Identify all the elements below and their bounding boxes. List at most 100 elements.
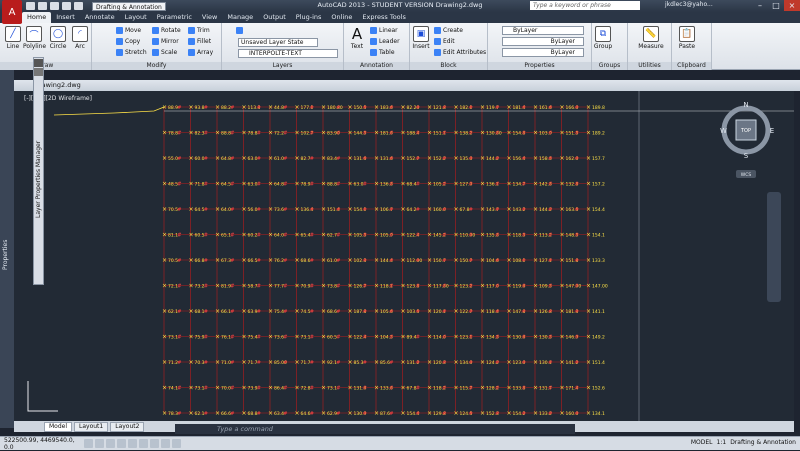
point-marker[interactable]: × [189,385,194,392]
point-marker[interactable]: × [348,104,353,111]
point-marker[interactable]: × [242,257,247,264]
point-marker[interactable]: × [586,334,591,341]
elevation-label[interactable]: 133.3 [592,258,605,264]
point-marker[interactable]: × [533,232,538,239]
point-marker[interactable]: × [374,385,379,392]
point-marker[interactable]: × [189,206,194,213]
point-marker[interactable]: × [586,283,591,290]
draw-panel-title[interactable]: Draw [0,62,91,70]
point-marker[interactable]: × [242,104,247,111]
point-marker[interactable]: × [401,181,406,188]
point-marker[interactable]: × [215,308,220,315]
ortho-toggle[interactable] [106,439,115,448]
point-marker[interactable]: × [268,308,273,315]
point-marker[interactable]: × [348,232,353,239]
point-marker[interactable]: × [401,334,406,341]
point-marker[interactable]: × [507,232,512,239]
point-marker[interactable]: × [586,130,591,137]
lwt-toggle[interactable] [172,439,181,448]
elevation-label[interactable]: 180.80 [327,105,343,111]
point-marker[interactable]: × [533,410,538,417]
tab-manage[interactable]: Manage [222,12,258,23]
elevation-label[interactable]: 117.80 [433,284,449,290]
point-marker[interactable]: × [189,334,194,341]
paste-tool[interactable]: 📋 Paste [676,26,698,50]
point-marker[interactable]: × [295,155,300,162]
elevation-label[interactable]: 149.2 [592,335,605,341]
point-marker[interactable]: × [348,155,353,162]
clipboard-panel-title[interactable]: Clipboard [672,62,711,70]
point-marker[interactable]: × [321,410,326,417]
point-marker[interactable]: × [162,334,167,341]
point-marker[interactable]: × [162,283,167,290]
application-menu-button[interactable]: A [2,0,22,24]
new-icon[interactable] [26,2,35,10]
workspace-selector[interactable]: Drafting & Annotation [92,1,166,11]
point-marker[interactable]: × [268,334,273,341]
elevation-label[interactable]: 189.2 [592,131,605,137]
point-marker[interactable]: × [295,232,300,239]
point-marker[interactable]: × [189,232,194,239]
properties-side-bar[interactable]: Properties [0,70,14,428]
point-marker[interactable]: × [533,334,538,341]
point-marker[interactable]: × [454,308,459,315]
point-marker[interactable]: × [480,308,485,315]
point-marker[interactable]: × [454,385,459,392]
point-marker[interactable]: × [242,359,247,366]
point-marker[interactable]: × [586,181,591,188]
point-marker[interactable]: × [162,181,167,188]
point-marker[interactable]: × [162,155,167,162]
point-marker[interactable]: × [454,359,459,366]
drawing-tab[interactable]: Drawing2.dwg [14,80,800,91]
point-marker[interactable]: × [480,104,485,111]
point-marker[interactable]: × [374,181,379,188]
fillet-button[interactable]: Fillet [188,37,211,46]
mirror-button[interactable]: Mirror [152,37,179,46]
elevation-label[interactable]: 147.00 [566,284,582,290]
point-marker[interactable]: × [162,130,167,137]
point-marker[interactable]: × [189,104,194,111]
point-marker[interactable]: × [242,385,247,392]
point-marker[interactable]: × [268,181,273,188]
point-marker[interactable]: × [162,104,167,111]
point-marker[interactable]: × [162,257,167,264]
point-marker[interactable]: × [586,232,591,239]
save-icon[interactable] [50,2,59,10]
point-marker[interactable]: × [427,181,432,188]
point-marker[interactable]: × [162,308,167,315]
point-marker[interactable]: × [348,410,353,417]
array-button[interactable]: Array [188,48,213,57]
point-marker[interactable]: × [321,104,326,111]
palette-close-icon[interactable] [34,59,43,67]
tab-layout2[interactable]: Layout2 [110,421,145,432]
create-block-button[interactable]: Create [434,26,463,35]
point-marker[interactable]: × [507,206,512,213]
point-marker[interactable]: × [586,104,591,111]
point-marker[interactable]: × [560,130,565,137]
layer-properties-palette[interactable]: Layer Properties Manager [33,57,44,285]
point-marker[interactable]: × [401,385,406,392]
point-marker[interactable]: × [507,308,512,315]
grid-toggle[interactable] [95,439,104,448]
point-marker[interactable]: × [189,410,194,417]
groups-panel-title[interactable]: Groups [592,62,627,70]
point-marker[interactable]: × [427,257,432,264]
scale-button[interactable]: Scale [152,48,177,57]
point-marker[interactable]: × [321,283,326,290]
tab-view[interactable]: View [197,12,222,23]
point-marker[interactable]: × [268,104,273,111]
point-marker[interactable]: × [321,232,326,239]
elevation-label[interactable]: 157.7 [592,156,605,162]
point-marker[interactable]: × [560,334,565,341]
point-marker[interactable]: × [427,385,432,392]
point-marker[interactable]: × [586,155,591,162]
point-marker[interactable]: × [162,359,167,366]
point-marker[interactable]: × [348,130,353,137]
point-marker[interactable]: × [454,181,459,188]
point-marker[interactable]: × [507,257,512,264]
point-marker[interactable]: × [507,155,512,162]
point-marker[interactable]: × [189,359,194,366]
close-icon[interactable]: × [784,0,800,11]
edit-block-button[interactable]: Edit [434,37,455,46]
layer-state-select[interactable]: Unsaved Layer State [238,38,318,47]
